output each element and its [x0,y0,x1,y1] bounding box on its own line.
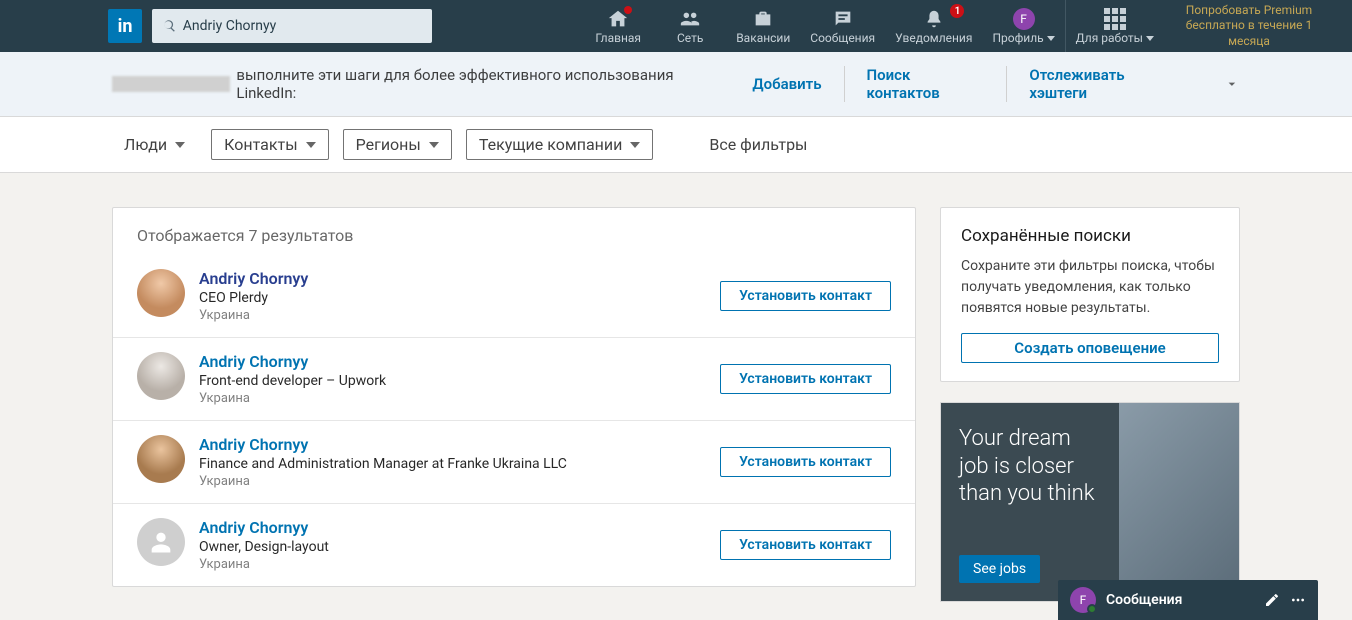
filter-bar: Люди Контакты Регионы Текущие компании В… [0,117,1352,173]
connect-button[interactable]: Установить контакт [720,281,891,311]
banner-text: выполните эти шаги для более эффективног… [112,66,730,102]
result-name[interactable]: Andriy Chornyy [199,352,720,371]
banner-link-add[interactable]: Добавить [730,75,843,93]
nav-label: Для работы [1076,32,1154,44]
apps-icon [1104,8,1126,30]
banner-link-find[interactable]: Поиск контактов [844,66,1007,102]
result-location: Украина [199,557,720,572]
presence-indicator [1087,604,1097,614]
search-box[interactable] [152,9,432,43]
result-avatar[interactable] [137,352,185,400]
connect-button[interactable]: Установить контакт [720,447,891,477]
linkedin-logo[interactable]: in [108,9,142,43]
saved-searches-card: Сохранённые поиски Сохраните эти фильтры… [940,207,1240,382]
filter-connections[interactable]: Контакты [211,129,328,160]
result-name[interactable]: Andriy Chornyy [199,435,720,454]
filter-people[interactable]: Люди [112,130,197,159]
nav-messaging[interactable]: Сообщения [800,0,885,52]
search-result-item: Andriy Chornyy Front-end developer – Upwo… [113,337,915,420]
avatar-icon: F [1013,8,1035,30]
create-alert-button[interactable]: Создать оповещение [961,333,1219,363]
premium-upsell[interactable]: Попробовать Premium бесплатно в течение … [1164,0,1334,52]
search-icon [162,18,177,34]
nav-label: Вакансии [736,32,790,44]
onboarding-banner: выполните эти шаги для более эффективног… [0,52,1352,117]
connect-button[interactable]: Установить контакт [720,530,891,560]
banner-link-follow[interactable]: Отслеживать хэштеги [1006,66,1204,102]
main-content: Отображается 7 результатов Andriy Chorny… [112,207,1240,602]
search-results: Отображается 7 результатов Andriy Chorny… [112,207,916,587]
result-name[interactable]: Andriy Chornyy [199,518,720,537]
global-header: in Главная Сеть Вакансии Сообщения 1 Уве… [0,0,1352,52]
result-location: Украина [199,308,720,323]
all-filters[interactable]: Все фильтры [697,130,819,159]
connect-button[interactable]: Установить контакт [720,364,891,394]
nav-me[interactable]: F Профиль [982,0,1064,52]
filter-companies[interactable]: Текущие компании [466,129,654,160]
result-avatar[interactable] [137,435,185,483]
nav-label: Главная [595,32,641,44]
nav-label: Профиль [992,32,1054,44]
avatar-icon: F [1070,587,1096,613]
nav-label: Сообщения [810,32,875,44]
notification-badge: 1 [950,4,964,18]
result-location: Украина [199,391,720,406]
nav-work[interactable]: Для работы [1066,0,1164,52]
briefcase-icon [752,8,774,30]
result-avatar[interactable] [137,518,185,566]
nav-jobs[interactable]: Вакансии [726,0,800,52]
compose-icon[interactable] [1264,592,1280,608]
result-name[interactable]: Andriy Chornyy [199,269,720,288]
nav-network[interactable]: Сеть [654,0,726,52]
saved-desc: Сохраните эти фильтры поиска, чтобы полу… [961,256,1219,319]
result-headline: Front-end developer – Upwork [199,373,720,389]
filter-locations[interactable]: Регионы [343,129,452,160]
search-result-item: Andriy Chornyy Finance and Administration… [113,420,915,503]
bell-icon [923,8,945,30]
nav-home[interactable]: Главная [582,0,654,52]
messaging-title: Сообщения [1106,592,1254,608]
redacted-text [112,76,230,92]
ad-image [1119,403,1239,601]
result-headline: CEO Plerdy [199,290,720,306]
search-result-item: Andriy Chornyy Owner, Design-layout Украин… [113,503,915,586]
search-input[interactable] [183,18,422,34]
messaging-overlay[interactable]: F Сообщения [1058,580,1318,620]
result-location: Украина [199,474,720,489]
nav-items: Главная Сеть Вакансии Сообщения 1 Уведом… [582,0,1334,52]
notification-dot [624,6,632,14]
chat-icon [832,8,854,30]
job-ad[interactable]: Your dream job is closer than you think … [940,402,1240,602]
search-result-item: Andriy Chornyy CEO Plerdy УкраинаУстановит… [113,255,915,337]
saved-title: Сохранённые поиски [961,226,1219,246]
result-headline: Finance and Administration Manager at Fr… [199,456,720,472]
nav-label: Уведомления [895,32,972,44]
more-icon[interactable] [1290,592,1306,608]
ad-cta-button[interactable]: See jobs [959,555,1040,583]
nav-notifications[interactable]: 1 Уведомления [885,0,982,52]
result-headline: Owner, Design-layout [199,539,720,555]
chevron-down-icon[interactable] [1224,76,1240,92]
nav-label: Сеть [677,32,703,44]
results-heading: Отображается 7 результатов [113,208,915,255]
people-icon [679,8,701,30]
result-avatar[interactable] [137,269,185,317]
banner-links: Добавить Поиск контактов Отслеживать хэш… [730,66,1204,102]
